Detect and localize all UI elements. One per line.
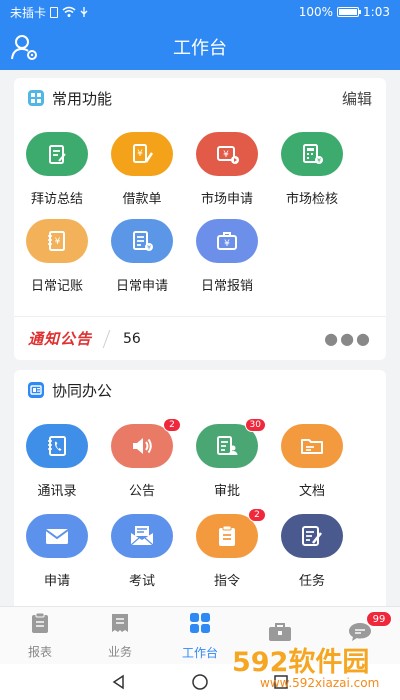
function-label: 日常申请: [115, 279, 168, 294]
phone-book-icon: [26, 424, 88, 468]
function-label: 市场申请: [200, 192, 253, 207]
app-header: 工作台: [0, 24, 400, 70]
status-bar: 未插卡 100% 1:03: [0, 0, 400, 24]
workbench-icon: [187, 610, 213, 640]
battery-icon: [337, 7, 362, 17]
clock: 1:03: [363, 5, 390, 19]
notice-divider: [102, 329, 111, 348]
function-item[interactable]: ¥ 日常申请: [99, 219, 185, 294]
function-item[interactable]: 2 公告: [99, 418, 185, 499]
function-item[interactable]: 2 指令: [184, 508, 270, 589]
function-item[interactable]: ¥ 日常报销: [184, 219, 270, 294]
carrier-label: 未插卡: [10, 5, 47, 20]
svg-text:¥: ¥: [137, 149, 143, 159]
notice-count: 56: [123, 330, 141, 347]
notification-badge: 2: [163, 418, 181, 432]
yen-notebook-icon: ¥: [26, 219, 88, 263]
watermark: 592软件园 www.592xiazai.com: [232, 640, 400, 700]
doc-yen-icon: ¥: [111, 219, 173, 263]
function-item[interactable]: ¥ 借款单: [99, 132, 185, 207]
usb-icon: [80, 7, 88, 17]
function-label: 文档: [298, 484, 325, 499]
tab-badge: 99: [366, 611, 392, 627]
report-icon: [28, 611, 52, 639]
tab-label: 工作台: [181, 646, 218, 660]
clipboard-icon: 2: [196, 508, 266, 558]
function-label: 通讯录: [37, 484, 77, 499]
user-settings-icon[interactable]: [10, 32, 40, 62]
function-item[interactable]: 30 审批: [184, 418, 270, 499]
speaker-icon: 2: [111, 418, 181, 468]
back-icon[interactable]: [111, 674, 127, 690]
svg-text:¥: ¥: [224, 239, 230, 249]
function-item[interactable]: 考试: [99, 514, 185, 589]
svg-text:¥: ¥: [147, 245, 151, 252]
svg-text:¥: ¥: [55, 237, 61, 247]
clipboard-edit-icon: [26, 132, 88, 176]
more-icon[interactable]: ●●●: [324, 329, 372, 348]
function-label: 日常记账: [30, 279, 83, 294]
function-label: 任务: [298, 574, 325, 589]
function-item[interactable]: ¥ 市场申请: [184, 132, 270, 207]
watermark-main: 592软件园: [232, 647, 370, 678]
function-label: 借款单: [122, 192, 162, 207]
home-icon[interactable]: [191, 673, 209, 691]
function-label: 指令: [213, 574, 240, 589]
approval-icon: 30: [196, 418, 266, 468]
svg-text:¥: ¥: [317, 158, 321, 165]
function-item[interactable]: 文档: [269, 424, 355, 499]
notification-badge: 2: [248, 508, 266, 522]
calculator-yen-icon: ¥: [281, 132, 343, 176]
page-title: 工作台: [173, 38, 227, 59]
function-label: 市场检核: [285, 192, 338, 207]
mail-icon: [26, 514, 88, 558]
function-label: 审批: [213, 484, 240, 499]
edit-button[interactable]: 编辑: [342, 88, 372, 109]
function-item[interactable]: 任务: [269, 514, 355, 589]
collaboration-header: 协同办公: [14, 370, 386, 410]
function-item[interactable]: 通讯录: [14, 424, 100, 499]
collaboration-card: 协同办公 通讯录 2 公告 30 审批 文档 申请 考试 2 指令 任务: [14, 370, 386, 606]
common-functions-header: 常用功能 编辑: [14, 78, 386, 118]
tab-label: 业务: [107, 645, 132, 659]
common-functions-title: 常用功能: [52, 89, 113, 108]
tab-workbench-icon[interactable]: 工作台: [160, 607, 240, 664]
common-functions-card: 常用功能 编辑 拜访总结 ¥ 借款单 ¥ 市场申请 ¥ 市场检核 ¥ 日常记账 ¥ 日常申…: [14, 78, 386, 360]
sim-icon: [50, 6, 59, 18]
notice-bar[interactable]: 通知公告 56 ●●●: [14, 316, 386, 360]
function-item[interactable]: 申请: [14, 514, 100, 589]
tab-label: 报表: [27, 645, 52, 659]
task-edit-icon: [281, 514, 343, 558]
yen-briefcase-icon: ¥: [196, 219, 258, 263]
business-icon: [108, 611, 132, 639]
function-item[interactable]: ¥ 日常记账: [14, 219, 100, 294]
function-label: 公告: [128, 484, 155, 499]
notification-badge: 30: [244, 418, 266, 432]
wifi-icon: [62, 6, 76, 17]
function-item[interactable]: 拜访总结: [14, 132, 100, 207]
collaboration-title: 协同办公: [52, 381, 113, 400]
watermark-sub: www.592xiazai.com: [260, 676, 380, 690]
battery-percent: 100%: [298, 5, 334, 19]
function-label: 申请: [43, 574, 70, 589]
svg-text:¥: ¥: [223, 150, 229, 160]
function-item[interactable]: ¥ 市场检核: [269, 132, 355, 207]
function-label: 考试: [128, 574, 155, 589]
yen-video-icon: ¥: [196, 132, 258, 176]
notice-logo: 通知公告: [28, 330, 93, 348]
function-label: 拜访总结: [30, 192, 83, 207]
exam-mail-icon: [111, 514, 173, 558]
tab-report-icon[interactable]: 报表: [0, 607, 80, 664]
function-label: 日常报销: [200, 279, 253, 294]
yen-pencil-icon: ¥: [111, 132, 173, 176]
folder-icon: [281, 424, 343, 468]
grid-section-icon: [28, 90, 44, 106]
card-section-icon: [28, 382, 44, 398]
tab-business-icon[interactable]: 业务: [80, 607, 160, 664]
